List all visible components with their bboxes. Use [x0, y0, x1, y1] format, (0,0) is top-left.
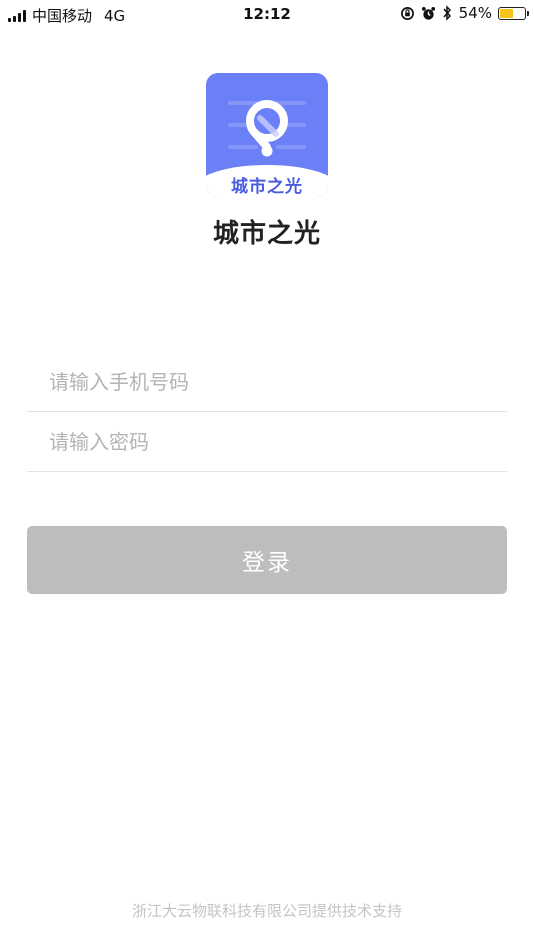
phone-input[interactable]	[49, 353, 489, 411]
battery-percent: 54%	[458, 4, 492, 22]
app-title: 城市之光	[212, 219, 321, 249]
bluetooth-icon	[443, 5, 451, 21]
rotation-lock-icon	[400, 6, 414, 20]
battery-icon	[498, 6, 529, 20]
password-input[interactable]	[49, 413, 489, 471]
status-bar: 中国移动 4G 12:12 54%	[0, 0, 534, 28]
phone-field	[27, 353, 507, 412]
status-bar-right: 54%	[400, 4, 529, 22]
logo-text: 城市之光	[231, 177, 303, 197]
app-logo: 城市之光	[206, 73, 328, 197]
footer-text: 浙江大云物联科技有限公司提供技术支持	[131, 902, 402, 920]
battery-level	[500, 8, 513, 18]
location-pin-icon	[246, 100, 288, 157]
password-field	[27, 413, 507, 472]
login-button[interactable]: 登录	[27, 526, 507, 594]
alarm-icon	[421, 6, 435, 20]
